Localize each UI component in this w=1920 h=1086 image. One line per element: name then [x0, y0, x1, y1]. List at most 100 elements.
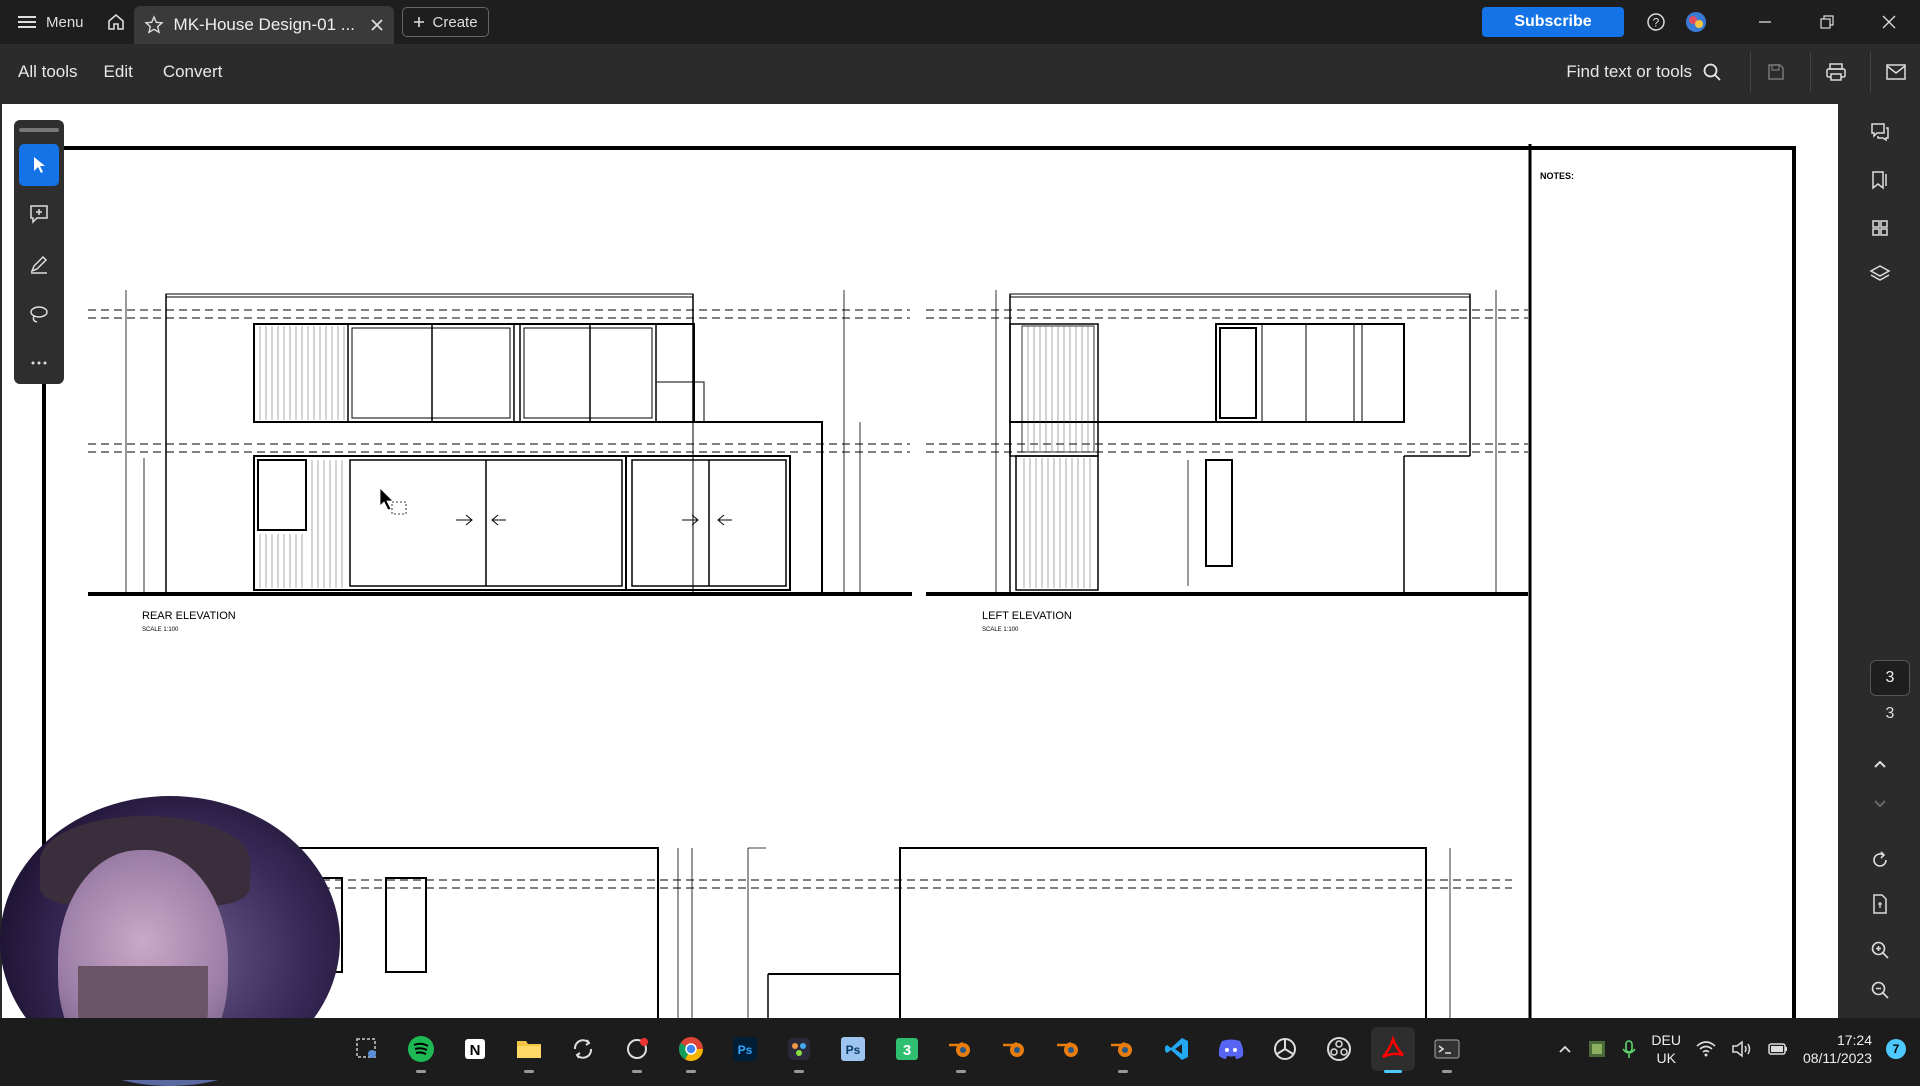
gpu-icon[interactable]	[1587, 1039, 1607, 1059]
menu-convert[interactable]: Convert	[151, 62, 241, 82]
wifi-icon[interactable]	[1695, 1040, 1717, 1058]
zoom-in-button[interactable]	[1860, 932, 1900, 968]
total-pages: 3	[1885, 705, 1895, 722]
volume-icon[interactable]	[1731, 1040, 1753, 1058]
menu-edit[interactable]: Edit	[96, 62, 151, 82]
bookmarks-panel-button[interactable]	[1860, 162, 1900, 198]
highlight-tool-button[interactable]	[19, 243, 59, 285]
zoom-out-icon	[1871, 981, 1889, 999]
battery-icon[interactable]	[1767, 1041, 1789, 1057]
email-button[interactable]	[1870, 52, 1920, 92]
help-button[interactable]: ?	[1636, 0, 1676, 44]
windows-taskbar: N Ps Ps 3 DEU UK 17:24 08/11/2023 7	[0, 1018, 1920, 1080]
taskbar-sync-app[interactable]	[561, 1027, 605, 1071]
sync-icon	[573, 1039, 593, 1059]
taskbar-discord[interactable]	[1209, 1027, 1253, 1071]
layers-icon	[1869, 265, 1891, 281]
taskbar-photoshop[interactable]: Ps	[723, 1027, 767, 1071]
home-button[interactable]	[98, 0, 134, 44]
taskbar-blender-4[interactable]	[1101, 1027, 1145, 1073]
extract-page-button[interactable]	[1860, 886, 1900, 922]
taskbar-photoshop-alt[interactable]: Ps	[831, 1027, 875, 1071]
notification-badge[interactable]: 7	[1886, 1039, 1906, 1059]
menu-button[interactable]: Menu	[0, 0, 98, 44]
taskbar-chrome[interactable]	[669, 1027, 713, 1073]
taskbar-snipping-tool[interactable]	[345, 1027, 389, 1071]
more-tools-button[interactable]	[19, 342, 59, 384]
chrome-icon	[678, 1037, 703, 1062]
tab-document[interactable]: MK-House Design-01 ...	[133, 6, 394, 44]
select-tool-button[interactable]	[19, 143, 59, 186]
taskbar-blender-1[interactable]	[939, 1027, 983, 1073]
taskbar-acrobat[interactable]	[1371, 1027, 1415, 1073]
rotate-icon	[1873, 851, 1887, 867]
notes-label: NOTES:	[1540, 171, 1574, 181]
svg-text:?: ?	[1653, 16, 1660, 30]
page-down-button[interactable]	[1860, 786, 1900, 822]
terminal-icon	[1434, 1039, 1460, 1059]
find-label: Find text or tools	[1566, 62, 1692, 81]
microphone-icon[interactable]	[1621, 1039, 1637, 1059]
plus-icon	[413, 17, 424, 27]
zoom-out-button[interactable]	[1860, 972, 1900, 1008]
quick-tools-palette	[14, 120, 64, 384]
cursor-arrow-icon	[34, 156, 45, 173]
app-ring-icon	[627, 1038, 648, 1059]
taskbar-blender-2[interactable]	[993, 1027, 1037, 1071]
current-page-input[interactable]: 3	[1870, 660, 1910, 696]
help-icon: ?	[1647, 13, 1665, 31]
taskbar-spotify[interactable]	[399, 1027, 443, 1073]
clock[interactable]: 17:24 08/11/2023	[1803, 1031, 1872, 1067]
taskbar-app-circle[interactable]	[615, 1027, 659, 1073]
save-button[interactable]	[1750, 52, 1800, 92]
photoshop-icon: Ps	[733, 1037, 757, 1061]
taskbar-blender-3[interactable]	[1047, 1027, 1091, 1071]
menu-all-tools[interactable]: All tools	[0, 62, 96, 82]
photoshop-alt-icon: Ps	[841, 1037, 865, 1061]
close-window-icon	[1882, 15, 1896, 29]
taskbar-notion[interactable]: N	[453, 1027, 497, 1071]
avatar-icon	[1686, 12, 1706, 32]
minimize-icon	[1759, 21, 1771, 23]
rear-elevation-title: REAR ELEVATION	[142, 610, 236, 622]
account-button[interactable]	[1676, 0, 1716, 44]
clock-time: 17:24	[1836, 1032, 1872, 1048]
svg-text:N: N	[470, 1042, 481, 1059]
close-window-button[interactable]	[1858, 0, 1920, 44]
comments-panel-button[interactable]	[1860, 114, 1900, 150]
minimize-button[interactable]	[1734, 0, 1796, 44]
subscribe-button[interactable]: Subscribe	[1482, 7, 1624, 37]
taskbar-file-explorer[interactable]	[507, 1027, 551, 1073]
rotate-button[interactable]	[1860, 842, 1900, 878]
taskbar-terminal[interactable]	[1425, 1027, 1469, 1073]
grid-icon	[1872, 220, 1888, 236]
palette-drag-handle[interactable]	[19, 128, 59, 132]
create-button[interactable]: Create	[401, 7, 489, 37]
taskbar-vscode[interactable]	[1155, 1027, 1199, 1071]
taskbar-3d-app[interactable]: 3	[885, 1027, 929, 1071]
mail-icon	[1885, 64, 1906, 80]
find-tools-button[interactable]: Find text or tools	[1566, 62, 1740, 82]
zoom-in-icon	[1871, 941, 1889, 959]
taskbar-davinci[interactable]	[777, 1027, 821, 1073]
snipping-icon	[356, 1038, 376, 1058]
chevron-up-icon[interactable]	[1557, 1043, 1573, 1055]
taskbar-chatgpt[interactable]	[1263, 1027, 1307, 1071]
bookmark-icon	[1872, 171, 1887, 190]
comments-icon	[1871, 123, 1889, 142]
restore-button[interactable]	[1796, 0, 1858, 44]
comment-plus-icon	[30, 205, 48, 225]
taskbar-davinci-resolve[interactable]	[1317, 1027, 1361, 1071]
create-label: Create	[432, 13, 478, 31]
language-indicator[interactable]: DEU UK	[1651, 1031, 1681, 1067]
draw-tool-button[interactable]	[19, 293, 59, 335]
print-button[interactable]	[1810, 52, 1860, 92]
thumbnails-panel-button[interactable]	[1860, 210, 1900, 246]
add-comment-button[interactable]	[19, 194, 59, 236]
layers-panel-button[interactable]	[1860, 256, 1900, 292]
spotify-icon	[408, 1036, 434, 1062]
folder-icon	[517, 1041, 541, 1058]
svg-text:Ps: Ps	[846, 1043, 861, 1057]
page-up-button[interactable]	[1860, 746, 1900, 782]
blender-icon	[1003, 1041, 1024, 1057]
